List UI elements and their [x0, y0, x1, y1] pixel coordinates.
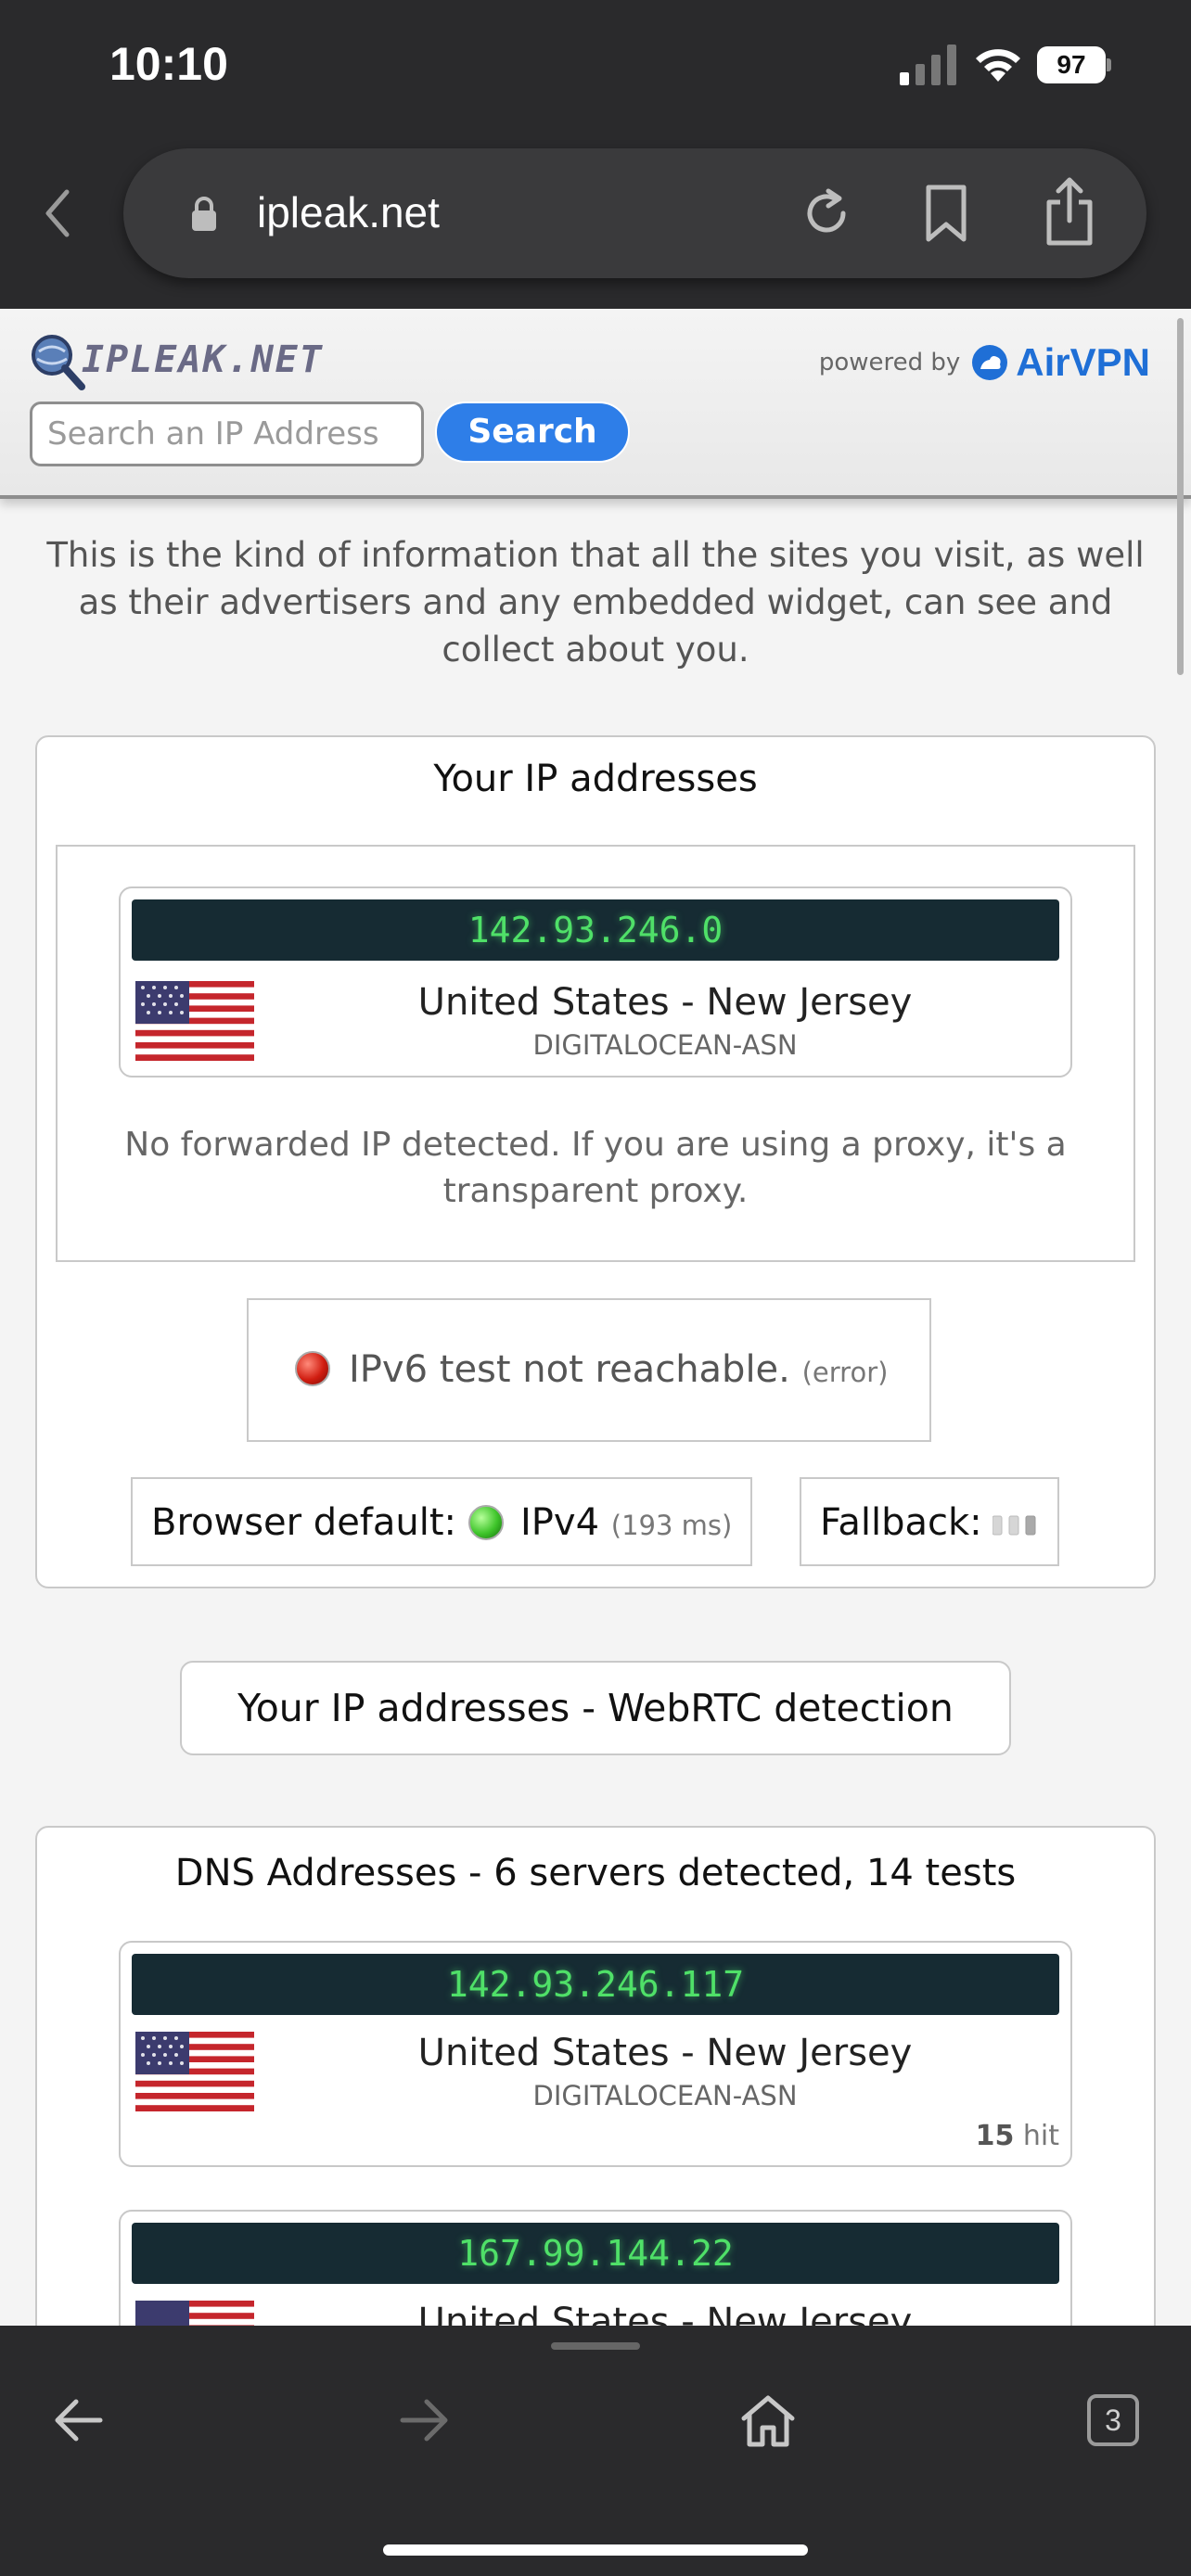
cellular-signal-icon [900, 45, 956, 85]
airvpn-label: AirVPN [1016, 340, 1150, 384]
tabs-button[interactable]: 3 [1087, 2394, 1139, 2446]
loading-icon [992, 1515, 1036, 1536]
home-icon[interactable] [738, 2391, 798, 2450]
dns-server-ip[interactable]: 142.93.246.117 [132, 1954, 1059, 2015]
fallback: Fallback: [800, 1477, 1059, 1566]
dns-server-card: 142.93.246.117 United States - New Jerse… [119, 1941, 1072, 2167]
url-text: ipleak.net [257, 188, 440, 236]
browser-toolbar: 3 [0, 2326, 1191, 2576]
dns-hit-label: hit [1022, 2120, 1059, 2152]
chevron-left-icon[interactable] [37, 181, 78, 246]
ip-search-input[interactable]: Search an IP Address [30, 402, 424, 466]
back-arrow-icon[interactable] [54, 2396, 104, 2444]
ipv6-test: IPv6 test not reachable. (error) [247, 1298, 931, 1442]
dns-hit-count: 15 hit [976, 2120, 1059, 2152]
error-status-icon [295, 1351, 330, 1386]
ip-location: United States - New Jersey [417, 981, 913, 1024]
lock-icon [192, 197, 216, 231]
forward-arrow-icon[interactable] [399, 2396, 449, 2444]
ok-status-icon [468, 1505, 504, 1540]
reload-icon[interactable] [799, 185, 854, 241]
ipv6-message: IPv6 test not reachable. [349, 1348, 790, 1391]
browser-default-label: Browser default: [151, 1501, 457, 1544]
magnifier-globe-icon [32, 335, 85, 390]
status-time: 10:10 [109, 38, 228, 90]
search-button[interactable]: Search [435, 402, 630, 463]
us-flag-icon [135, 2301, 254, 2326]
browser-default-latency: (193 ms) [610, 1510, 733, 1541]
ip-addresses-title: Your IP addresses [433, 758, 758, 800]
ipv6-test-text: IPv6 test not reachable. (error) [349, 1348, 888, 1391]
dns-server-card: 167.99.144.22 United States - New Jersey [119, 2210, 1072, 2326]
bookmark-icon[interactable] [923, 184, 969, 243]
powered-by-label: powered by [818, 349, 961, 376]
battery-level: 97 [1037, 46, 1106, 83]
dns-server-org: DIGITALOCEAN-ASN [532, 2080, 798, 2111]
intro-text: This is the kind of information that all… [46, 535, 1145, 670]
ipv6-status: (error) [801, 1357, 889, 1388]
dns-hit-number: 15 [975, 2120, 1015, 2152]
logo-text: IPLEAK.NET [82, 338, 324, 381]
web-page: IPLEAK.NET powered by AirVPN Search an I… [0, 309, 1191, 2326]
fallback-label: Fallback: [820, 1501, 982, 1544]
battery-icon: 97 [1037, 46, 1111, 83]
airvpn-logo-icon [972, 345, 1008, 380]
us-flag-icon [135, 981, 254, 1061]
home-indicator [383, 2544, 808, 2556]
browser-default-value-text: IPv4 (193 ms) [520, 1501, 732, 1544]
browser-default: Browser default: IPv4 (193 ms) [131, 1477, 752, 1566]
ip-address[interactable]: 142.93.246.0 [132, 899, 1059, 961]
powered-by[interactable]: powered by AirVPN [819, 340, 1150, 385]
webrtc-detection-button[interactable]: Your IP addresses - WebRTC detection [180, 1661, 1011, 1755]
forwarded-ip-note: No forwarded IP detected. If you are usi… [124, 1126, 1067, 1210]
page-scrollbar[interactable] [1177, 318, 1184, 675]
share-icon[interactable] [1042, 176, 1097, 247]
toolbar-grabber[interactable] [551, 2342, 640, 2350]
site-logo[interactable]: IPLEAK.NET [30, 333, 336, 390]
wifi-icon [976, 49, 1020, 82]
status-bar: 10:10 97 [0, 0, 1191, 134]
browser-default-protocol: IPv4 [520, 1501, 600, 1544]
address-bar[interactable]: ipleak.net [123, 148, 1146, 278]
dns-title: DNS Addresses - 6 servers detected, 14 t… [174, 1852, 1017, 1894]
dns-server-location: United States - New Jersey [417, 2301, 913, 2326]
dns-server-ip[interactable]: 167.99.144.22 [132, 2223, 1059, 2284]
ip-org: DIGITALOCEAN-ASN [532, 1029, 798, 1061]
ip-card: 142.93.246.0 United States - New Jersey … [119, 886, 1072, 1078]
site-header: IPLEAK.NET powered by AirVPN Search an I… [0, 309, 1191, 499]
dns-server-location: United States - New Jersey [417, 2032, 913, 2074]
us-flag-icon [135, 2032, 254, 2111]
